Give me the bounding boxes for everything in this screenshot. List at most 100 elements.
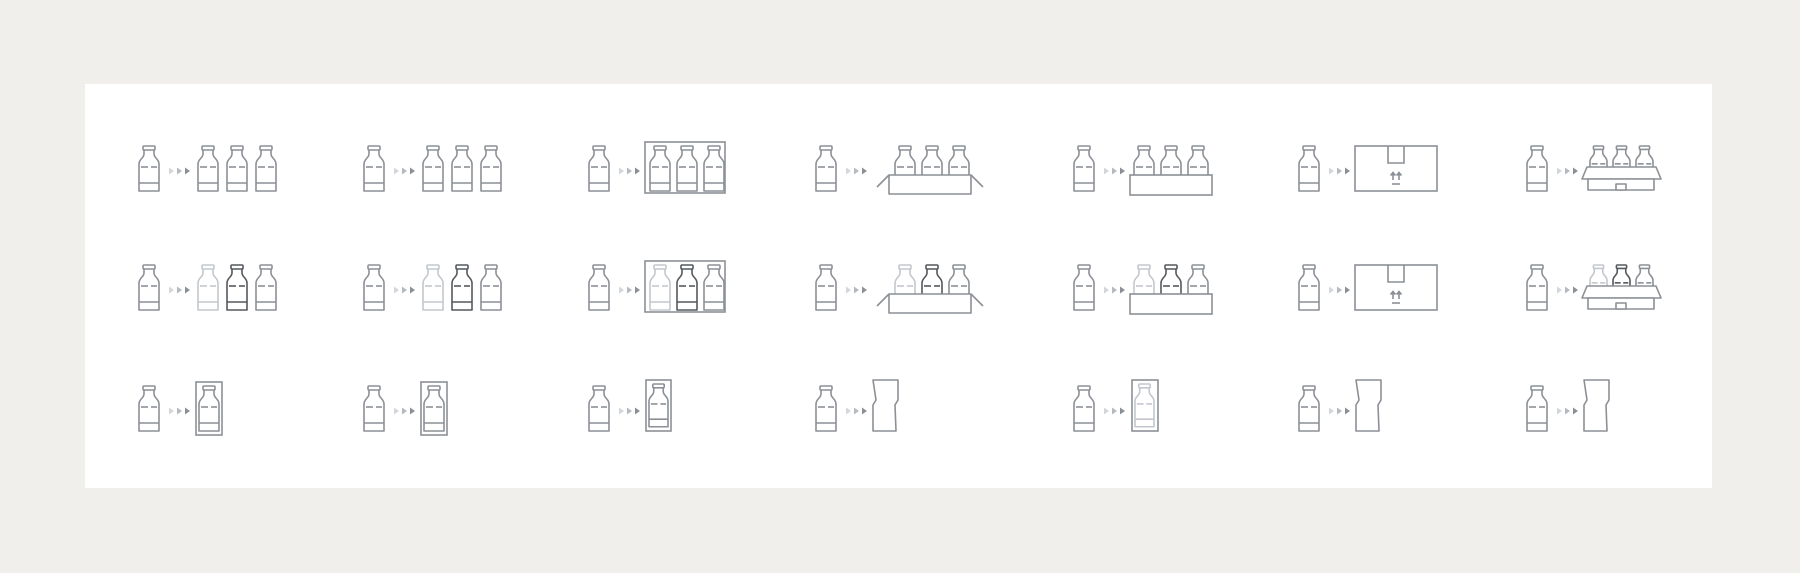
source-bottle-icon	[1298, 264, 1320, 311]
bottle-to-boxed-bottle-icon-graphic	[588, 379, 672, 432]
bottle-left-icon	[197, 145, 219, 192]
bottle-to-carton-alt-icon-graphic	[1298, 379, 1382, 432]
bottle-to-carrier-icon-graphic	[1526, 145, 1662, 192]
arrows-icon	[1104, 286, 1125, 294]
arrows-icon	[846, 286, 867, 294]
arrows-icon	[394, 167, 415, 175]
source-bottle-icon	[363, 264, 385, 311]
arrows-icon	[1329, 407, 1350, 415]
bottle-to-carrier-highlight-icon[interactable]	[1525, 255, 1735, 335]
bottle-to-carton-icon[interactable]	[814, 376, 1024, 456]
carrier-basket-icon	[1581, 166, 1662, 191]
source-bottle-icon	[138, 264, 160, 311]
arrows-icon	[394, 407, 415, 415]
bottle-to-framed-pack-icon-graphic	[588, 141, 726, 194]
bottle-middle-icon	[676, 145, 698, 192]
bottle-to-crate-highlight-icon[interactable]	[1072, 255, 1282, 335]
bottle-to-three-bottles-highlight-icon[interactable]	[137, 255, 347, 335]
bottle-to-shipping-box-icon[interactable]	[1297, 136, 1507, 216]
bottle-to-open-box-icon-graphic	[815, 145, 984, 195]
bottle-to-carton-second-alt-icon-graphic	[1526, 379, 1610, 432]
bottle-left-icon	[649, 145, 671, 192]
arrows-icon	[846, 167, 867, 175]
bottle-right-icon	[255, 145, 277, 192]
source-bottle-icon	[588, 145, 610, 192]
source-bottle-icon	[1073, 264, 1095, 311]
source-bottle-icon	[138, 385, 160, 432]
bottle-to-shipping-box-highlight-icon[interactable]	[1297, 255, 1507, 335]
source-bottle-icon	[1073, 145, 1095, 192]
bottle-middle-icon	[451, 264, 473, 311]
carton-icon	[1355, 379, 1382, 432]
source-bottle-icon	[815, 385, 837, 432]
bottle-left-icon	[422, 145, 444, 192]
source-bottle-icon	[1298, 145, 1320, 192]
arrows-icon	[394, 286, 415, 294]
source-bottle-icon	[138, 145, 160, 192]
source-bottle-icon	[815, 264, 837, 311]
bottle-to-boxed-faded-bottle-icon[interactable]	[1072, 376, 1282, 456]
source-bottle-icon	[363, 385, 385, 432]
arrows-icon	[619, 407, 640, 415]
arrows-icon	[1557, 407, 1578, 415]
source-bottle-icon	[1526, 264, 1548, 311]
this-side-up-icon	[1389, 290, 1403, 304]
bottle-to-three-bottles-wide-icon[interactable]	[362, 136, 572, 216]
arrows-icon	[1104, 167, 1125, 175]
bottle-to-framed-bottle-alt-icon[interactable]	[362, 376, 572, 456]
bottle-to-boxed-bottle-icon[interactable]	[587, 376, 797, 456]
bottle-to-framed-bottle-icon[interactable]	[137, 376, 347, 456]
bottle-to-boxed-faded-bottle-icon-graphic	[1073, 379, 1159, 432]
carrier-basket-icon	[1581, 285, 1662, 310]
icon-panel	[85, 84, 1712, 488]
bottle-to-crate-icon[interactable]	[1072, 136, 1282, 216]
arrows-icon	[619, 286, 640, 294]
arrows-icon	[1557, 167, 1578, 175]
icon-grid	[85, 84, 1712, 488]
bottle-icon	[198, 385, 220, 432]
bottle-middle-icon	[676, 264, 698, 311]
source-bottle-icon	[1073, 385, 1095, 432]
bottle-to-open-box-highlight-icon-graphic	[815, 264, 984, 314]
bottle-to-carrier-icon[interactable]	[1525, 136, 1735, 216]
bottle-icon	[648, 383, 669, 428]
bottle-to-shipping-box-icon-graphic	[1298, 145, 1438, 192]
bottle-to-three-bottles-wide-highlight-icon[interactable]	[362, 255, 572, 335]
bottle-to-open-box-highlight-icon[interactable]	[814, 255, 1024, 335]
bottle-right-icon	[480, 145, 502, 192]
crate-icon	[1129, 174, 1213, 196]
arrows-icon	[169, 286, 190, 294]
source-bottle-icon	[588, 264, 610, 311]
bottle-to-open-box-icon[interactable]	[814, 136, 1024, 216]
this-side-up-icon	[1389, 171, 1403, 185]
arrows-icon	[1329, 167, 1350, 175]
bottle-to-crate-icon-graphic	[1073, 145, 1213, 196]
bottle-to-carton-second-alt-icon[interactable]	[1525, 376, 1735, 456]
bottle-to-framed-bottle-icon-graphic	[138, 381, 223, 436]
bottle-to-three-bottles-highlight-icon-graphic	[138, 264, 277, 311]
bottle-middle-icon	[451, 145, 473, 192]
source-bottle-icon	[1526, 145, 1548, 192]
bottle-right-icon	[703, 264, 725, 311]
bottle-left-icon	[649, 264, 671, 311]
bottle-to-framed-pack-highlight-icon[interactable]	[587, 255, 797, 335]
source-bottle-icon	[363, 145, 385, 192]
bottle-to-carton-alt-icon[interactable]	[1297, 376, 1507, 456]
bottle-icon	[423, 385, 445, 432]
bottle-to-framed-pack-icon[interactable]	[587, 136, 797, 216]
bottle-right-icon	[255, 264, 277, 311]
bottle-middle-icon	[226, 145, 248, 192]
bottle-left-icon	[197, 264, 219, 311]
source-bottle-icon	[588, 385, 610, 432]
arrows-icon	[846, 407, 867, 415]
arrows-icon	[1557, 286, 1578, 294]
carton-icon	[1583, 379, 1610, 432]
bottle-to-three-bottles-icon[interactable]	[137, 136, 347, 216]
arrows-icon	[1329, 286, 1350, 294]
source-bottle-icon	[1526, 385, 1548, 432]
bottle-to-three-bottles-icon-graphic	[138, 145, 277, 192]
arrows-icon	[169, 167, 190, 175]
bottle-to-crate-highlight-icon-graphic	[1073, 264, 1213, 315]
source-bottle-icon	[1298, 385, 1320, 432]
faded-bottle-icon	[1134, 383, 1155, 428]
